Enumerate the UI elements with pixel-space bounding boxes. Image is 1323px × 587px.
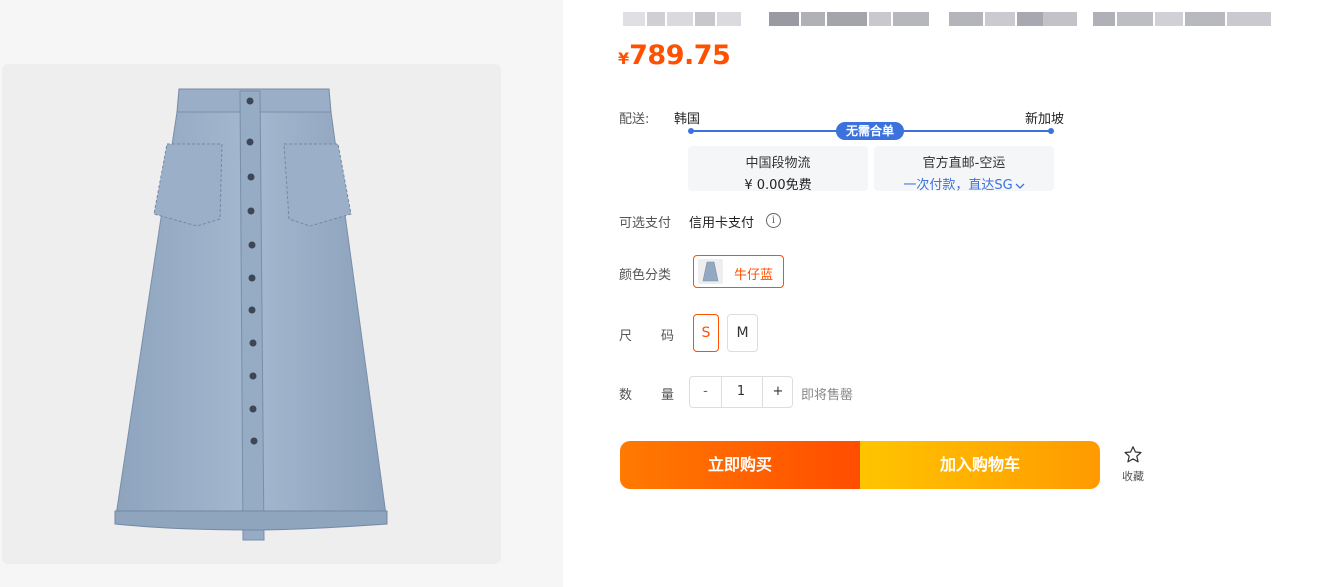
shipping-option-direct[interactable]: 官方直邮-空运 一次付款，直达SG bbox=[874, 146, 1054, 193]
quantity-input[interactable]: 1 bbox=[721, 377, 761, 407]
info-circle-icon[interactable]: i bbox=[766, 213, 781, 228]
color-option-label: 牛仔蓝 bbox=[734, 268, 774, 283]
add-to-cart-button[interactable]: 加入购物车 bbox=[860, 441, 1100, 489]
buy-now-button[interactable]: 立即购买 bbox=[620, 441, 860, 489]
favorite-label: 收藏 bbox=[1122, 470, 1144, 483]
route-end-dot bbox=[1048, 128, 1054, 134]
no-consolidation-badge: 无需合单 bbox=[836, 122, 904, 140]
quantity-label-part2: 量 bbox=[661, 388, 675, 403]
quantity-decrease-button[interactable]: - bbox=[690, 377, 722, 407]
color-option-denim-blue[interactable]: 牛仔蓝 bbox=[693, 255, 784, 288]
denim-skirt-image bbox=[114, 88, 388, 541]
payment-method: 信用卡支付 bbox=[689, 216, 755, 231]
size-option-s[interactable]: S bbox=[693, 314, 719, 352]
star-icon bbox=[1124, 446, 1142, 463]
payment-label: 可选支付 bbox=[619, 216, 672, 231]
shipping-option2-title: 官方直邮-空运 bbox=[922, 156, 1006, 171]
favorite-button[interactable]: 收藏 bbox=[1113, 445, 1153, 489]
chevron-down-icon bbox=[1015, 183, 1025, 189]
size-option-m[interactable]: M bbox=[727, 314, 758, 352]
size-label-part1: 尺 bbox=[619, 329, 633, 344]
shipping-label: 配送: bbox=[619, 112, 650, 127]
color-thumbnail bbox=[698, 259, 723, 284]
price-value: 789.75 bbox=[629, 40, 731, 71]
shipping-option2-detail-row[interactable]: 一次付款，直达SG bbox=[874, 174, 1054, 193]
shipping-option2-detail: 一次付款，直达SG bbox=[903, 178, 1013, 193]
skirt-thumbnail-icon bbox=[702, 261, 719, 282]
product-price: ¥789.75 bbox=[618, 40, 731, 71]
size-label-part2: 码 bbox=[661, 329, 675, 344]
route-start-dot bbox=[688, 128, 694, 134]
product-main-image[interactable] bbox=[2, 64, 501, 564]
product-title-blurred bbox=[623, 8, 1273, 36]
product-gallery bbox=[0, 0, 563, 587]
quantity-increase-button[interactable]: + bbox=[762, 377, 793, 407]
shipping-option1-detail: ¥ 0.00免费 bbox=[744, 178, 812, 193]
stock-note: 即将售罄 bbox=[801, 388, 854, 403]
color-label: 颜色分类 bbox=[619, 268, 672, 283]
shipping-origin: 韩国 bbox=[674, 112, 701, 127]
quantity-stepper: - 1 + bbox=[689, 376, 793, 408]
shipping-destination: 新加坡 bbox=[1025, 112, 1065, 127]
shipping-option1-title: 中国段物流 bbox=[745, 156, 811, 171]
price-currency: ¥ bbox=[618, 49, 630, 68]
quantity-label-part1: 数 bbox=[619, 388, 633, 403]
shipping-option-domestic: 中国段物流 ¥ 0.00免费 bbox=[688, 146, 868, 193]
